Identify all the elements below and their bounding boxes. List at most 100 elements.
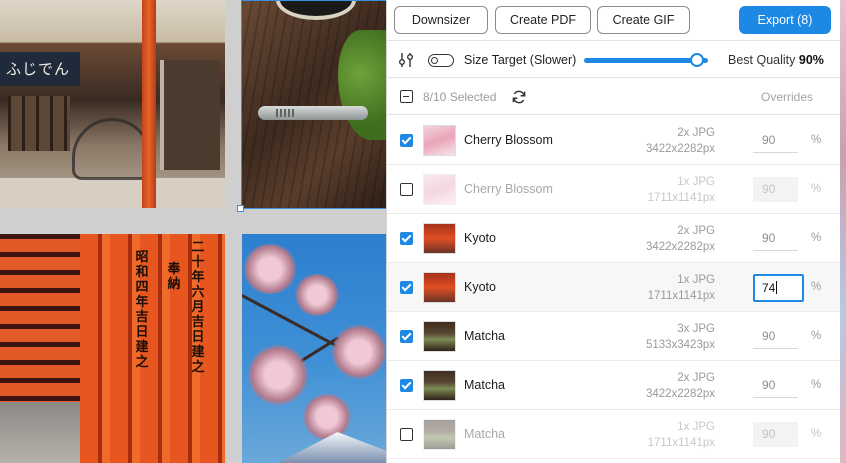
create-pdf-button[interactable]: Create PDF	[495, 6, 591, 34]
percent-unit: %	[811, 379, 822, 391]
torii-inscription: 奉納	[167, 262, 181, 292]
quality-override-input[interactable]: 90	[753, 177, 798, 202]
row-name: Kyoto	[464, 280, 496, 294]
photo-matcha[interactable]	[242, 0, 386, 208]
quality-slider-knob[interactable]	[690, 53, 704, 67]
blossom-cluster	[302, 394, 352, 440]
row-format: 3x JPG 5133x3423px	[646, 321, 715, 353]
row-checkbox[interactable]	[400, 428, 413, 441]
row-name: Matcha	[464, 427, 505, 441]
row-dimensions: 1711x1141px	[647, 290, 715, 302]
size-target-toggle[interactable]	[428, 54, 454, 67]
bicycle	[72, 118, 152, 180]
quality-override-input[interactable]: 90	[753, 128, 798, 153]
photo-cherry-blossom[interactable]	[242, 234, 386, 463]
row-name: Matcha	[464, 329, 505, 343]
best-quality-value: 90%	[798, 53, 824, 67]
export-list-row[interactable]: Cherry Blossom 1x JPG 1711x1141px 90%	[387, 165, 841, 214]
sliders-icon[interactable]	[398, 52, 414, 68]
export-list-row[interactable]: Matcha 1x JPG 1711x1141px 90%	[387, 410, 841, 459]
export-list-row[interactable]: Matcha 2x JPG 3422x2282px 90%	[387, 361, 841, 410]
resize-handle[interactable]	[237, 205, 244, 212]
overrides-label: Overrides	[761, 90, 814, 104]
best-quality-readout: Best Quality 90%	[728, 53, 824, 67]
shop-window	[8, 96, 70, 151]
row-format: 2x JPG 3422x2282px	[646, 223, 715, 255]
shop-door	[160, 60, 220, 170]
row-checkbox[interactable]	[400, 379, 413, 392]
photo-torii-gates[interactable]: 二十年六月吉日建之 奉納 昭和四年吉日建之	[0, 234, 225, 463]
snowy-mountain	[278, 432, 386, 463]
percent-unit: %	[811, 134, 822, 146]
row-thumbnail	[423, 321, 456, 352]
blossom-cluster	[248, 344, 308, 406]
photo-street-shop[interactable]: ふじでん	[0, 0, 225, 208]
quality-override-input[interactable]: 90	[753, 324, 798, 349]
export-list-row[interactable]: Cherry Blossom 2x JPG 3422x2282px 90%	[387, 116, 841, 165]
row-checkbox[interactable]	[400, 232, 413, 245]
row-name: Cherry Blossom	[464, 182, 553, 196]
row-dimensions: 1711x1141px	[647, 192, 715, 204]
row-checkbox[interactable]	[400, 134, 413, 147]
best-quality-label: Best Quality	[728, 53, 796, 67]
size-target-label: Size Target (Slower)	[464, 53, 577, 67]
downsizer-button[interactable]: Downsizer	[394, 6, 488, 34]
image-canvas[interactable]: ふじでん 二十年六月吉日建之 奉納 昭和四年吉日建之	[0, 0, 386, 463]
percent-unit: %	[811, 232, 822, 244]
export-button[interactable]: Export (8)	[739, 6, 831, 34]
deselect-all-checkbox[interactable]	[400, 90, 413, 103]
percent-unit: %	[811, 183, 822, 195]
row-scale: 2x JPG	[677, 372, 715, 384]
street-ground	[0, 178, 225, 208]
row-checkbox[interactable]	[400, 281, 413, 294]
row-scale: 2x JPG	[677, 127, 715, 139]
row-thumbnail	[423, 174, 456, 205]
percent-unit: %	[811, 428, 822, 440]
percent-unit: %	[811, 330, 822, 342]
row-scale: 2x JPG	[677, 225, 715, 237]
create-gif-button[interactable]: Create GIF	[597, 6, 690, 34]
row-thumbnail	[423, 272, 456, 303]
quality-override-input[interactable]: 74	[753, 274, 804, 302]
row-format: 2x JPG 3422x2282px	[646, 125, 715, 157]
row-thumbnail	[423, 223, 456, 254]
quality-override-input[interactable]: 90	[753, 226, 798, 251]
row-format: 1x JPG 1711x1141px	[648, 272, 715, 304]
selected-count: 8/10 Selected	[423, 90, 497, 104]
row-format: 2x JPG 3422x2282px	[646, 370, 715, 402]
row-name: Cherry Blossom	[464, 133, 553, 147]
app-window: ふじでん 二十年六月吉日建之 奉納 昭和四年吉日建之 Downsizer Cre…	[0, 0, 846, 463]
row-dimensions: 3422x2282px	[645, 143, 715, 155]
row-checkbox[interactable]	[400, 330, 413, 343]
row-scale: 3x JPG	[677, 323, 715, 335]
row-thumbnail	[423, 419, 456, 450]
quality-override-input[interactable]: 90	[753, 373, 798, 398]
export-list-row[interactable]: Matcha 3x JPG 5133x3423px 90%	[387, 312, 841, 361]
percent-unit: %	[811, 281, 822, 293]
spoon	[258, 106, 368, 120]
row-format: 1x JPG 1711x1141px	[648, 419, 715, 451]
torii-inscription: 二十年六月吉日建之	[191, 240, 205, 375]
row-name: Matcha	[464, 378, 505, 392]
export-list-row[interactable]: Kyoto 2x JPG 3422x2282px 90%	[387, 214, 841, 263]
quality-override-input[interactable]: 90	[753, 422, 798, 447]
shop-sign: ふじでん	[0, 52, 80, 86]
row-dimensions: 5133x3423px	[645, 339, 715, 351]
refresh-icon[interactable]	[511, 89, 527, 105]
row-dimensions: 1711x1141px	[647, 437, 715, 449]
row-checkbox[interactable]	[400, 183, 413, 196]
row-format: 1x JPG 1711x1141px	[648, 174, 715, 206]
row-scale: 1x JPG	[677, 274, 715, 286]
export-panel: Downsizer Create PDF Create GIF Export (…	[386, 0, 841, 463]
export-list-row[interactable]: Kyoto 1x JPG 1711x1141px 74%	[387, 263, 841, 312]
blossom-cluster	[294, 274, 340, 316]
row-name: Kyoto	[464, 231, 496, 245]
quality-row: Size Target (Slower) Best Quality 90%	[387, 40, 841, 78]
blossom-cluster	[242, 244, 298, 294]
row-scale: 1x JPG	[677, 176, 715, 188]
torii-inscription: 昭和四年吉日建之	[135, 250, 149, 370]
row-scale: 1x JPG	[677, 421, 715, 433]
list-header: 8/10 Selected Overrides	[387, 79, 841, 115]
window-edge	[840, 0, 846, 463]
utility-pole	[142, 0, 156, 208]
